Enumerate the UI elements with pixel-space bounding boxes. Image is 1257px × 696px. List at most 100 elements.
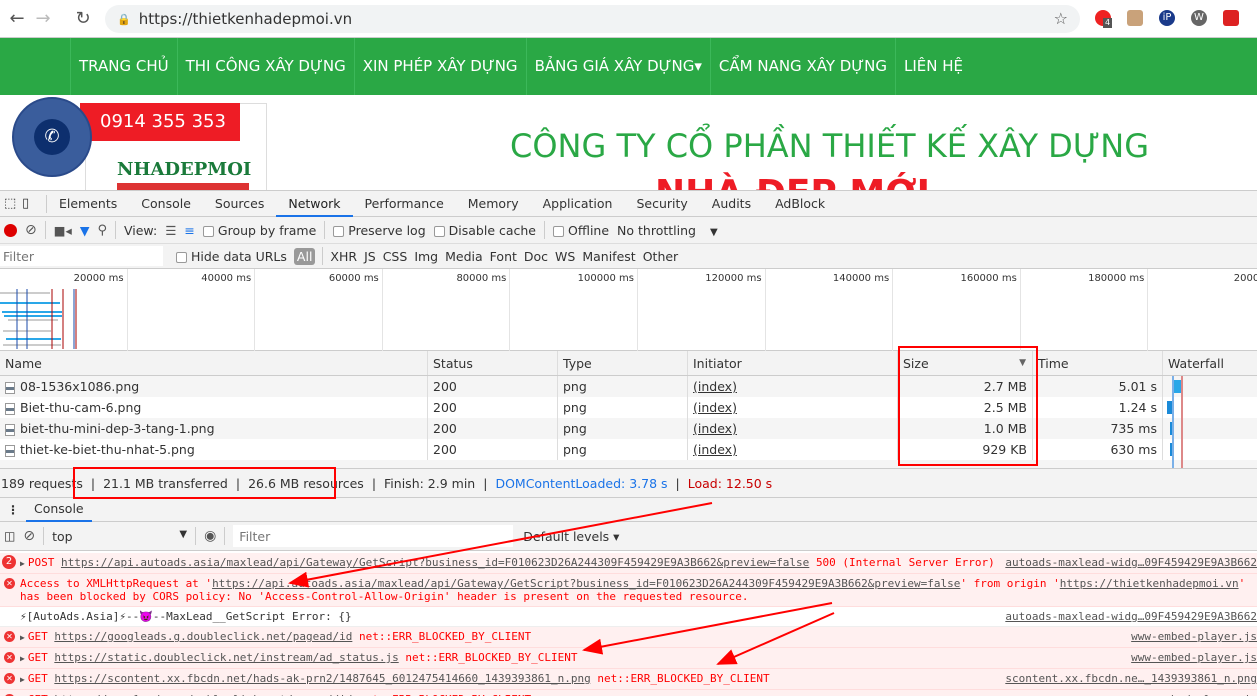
group-by-frame-checkbox[interactable]: Group by frame — [202, 223, 316, 238]
col-type[interactable]: Type — [558, 351, 688, 375]
tab-application[interactable]: Application — [531, 191, 625, 217]
request-url-link[interactable]: https://static.doubleclick.net/instream/… — [54, 651, 398, 664]
col-waterfall[interactable]: Waterfall — [1163, 351, 1257, 375]
expand-triangle-icon[interactable]: ▶ — [20, 559, 25, 568]
device-toolbar-icon[interactable]: ▯ — [22, 196, 46, 211]
nav-trang-chu[interactable]: TRANG CHỦ — [70, 38, 177, 95]
offline-checkbox[interactable]: Offline — [553, 223, 609, 238]
tab-security[interactable]: Security — [624, 191, 699, 217]
tab-elements[interactable]: Elements — [47, 191, 129, 217]
waterfall-view-icon[interactable]: ≡ — [184, 223, 194, 238]
console-error-get[interactable]: ✕ ▶ GET https://scontent.xx.fbcdn.net/hads… — [0, 669, 1257, 690]
expand-triangle-icon[interactable]: ▶ — [20, 675, 25, 684]
type-filter-doc[interactable]: Doc — [524, 249, 548, 264]
type-filter-ws[interactable]: WS — [555, 249, 575, 264]
source-link[interactable]: autoads-maxlead-widg…09F459429E9A3B662 — [1005, 610, 1257, 623]
opera-extension-icon[interactable]: 4 — [1095, 10, 1113, 28]
source-link[interactable]: scontent.xx.fbcdn.ne…_1439393861_n.png — [1005, 672, 1257, 685]
console-filter-input[interactable] — [233, 525, 514, 547]
context-select[interactable]: top ▼ — [52, 529, 187, 544]
nav-lien-he[interactable]: LIÊN HỆ — [895, 38, 971, 95]
type-filter-font[interactable]: Font — [490, 249, 517, 264]
console-error-get[interactable]: ✕▶GET https://googleads.g.doubleclick.ne… — [0, 627, 1257, 648]
live-expression-eye-icon[interactable]: ◉ — [204, 528, 216, 544]
type-filter-all[interactable]: All — [293, 247, 316, 265]
type-filter-css[interactable]: CSS — [383, 249, 408, 264]
console-error-get[interactable]: ✕▶GET https://googleads.g.doubleclick.ne… — [0, 690, 1257, 696]
phone-button[interactable]: ✆ — [12, 97, 92, 177]
sidebar-toggle-icon[interactable]: ◫ — [4, 529, 15, 543]
search-icon[interactable]: ⚲ — [97, 223, 107, 238]
source-link[interactable]: www-embed-player.js — [1131, 651, 1257, 664]
console-error-post[interactable]: 2 ▶ POST https://api.autoads.asia/maxlead… — [0, 553, 1257, 574]
type-filter-xhr[interactable]: XHR — [330, 249, 357, 264]
reload-icon[interactable]: ↻ — [72, 8, 94, 29]
record-icon[interactable] — [4, 223, 17, 237]
request-url-link[interactable]: https://api.autoads.asia/maxlead/api/Gat… — [61, 556, 809, 569]
screenshot-camera-icon[interactable]: ■◂ — [54, 223, 72, 238]
back-icon[interactable]: ← — [6, 8, 28, 29]
col-initiator[interactable]: Initiator — [688, 351, 898, 375]
request-url-link[interactable]: https://googleads.g.doubleclick.net/page… — [54, 630, 352, 643]
type-filter-media[interactable]: Media — [445, 249, 483, 264]
col-time[interactable]: Time — [1033, 351, 1163, 375]
table-row[interactable]: 08-1536x1086.png 200 png (index) 2.7 MB 5.01 … — [0, 376, 1257, 397]
cell-initiator[interactable]: (index) — [688, 418, 898, 439]
phone-number[interactable]: 0914 355 353 — [80, 103, 240, 141]
tab-audits[interactable]: Audits — [700, 191, 763, 217]
tab-console[interactable]: Console — [129, 191, 203, 217]
drawer-tab-console[interactable]: Console — [26, 498, 92, 522]
console-error-get[interactable]: ✕ ▶ GET https://static.doubleclick.net/ins… — [0, 648, 1257, 669]
origin-link[interactable]: https://thietkenhadepmoi.vn — [1060, 577, 1239, 590]
request-url-link[interactable]: https://scontent.xx.fbcdn.net/hads-ak-pr… — [54, 672, 590, 685]
type-filter-img[interactable]: Img — [414, 249, 438, 264]
nav-bang-gia[interactable]: BẢNG GIÁ XÂY DỰNG▾ — [525, 38, 710, 95]
clear-console-icon[interactable]: ⊘ — [23, 528, 35, 544]
filter-funnel-icon[interactable]: ▼ — [80, 223, 90, 238]
tab-network[interactable]: Network — [276, 191, 353, 217]
disable-cache-checkbox[interactable]: Disable cache — [433, 223, 536, 238]
type-filter-other[interactable]: Other — [643, 249, 679, 264]
ip-extension-icon[interactable]: iP — [1159, 10, 1175, 26]
throttling-select[interactable]: No throttling ▼ — [617, 223, 718, 238]
expand-triangle-icon[interactable]: ▶ — [20, 633, 25, 642]
preserve-log-checkbox[interactable]: Preserve log — [333, 223, 426, 238]
flag-extension-icon[interactable] — [1223, 10, 1239, 26]
log-levels-select[interactable]: Default levels ▾ — [523, 529, 619, 544]
address-bar[interactable]: 🔒 https://thietkenhadepmoi.vn ☆ — [105, 5, 1080, 33]
wordpress-icon[interactable]: W — [1191, 10, 1207, 26]
tab-sources[interactable]: Sources — [203, 191, 276, 217]
forward-icon[interactable]: → — [32, 8, 54, 29]
tab-memory[interactable]: Memory — [456, 191, 531, 217]
network-overview-timeline[interactable]: 20000 ms 40000 ms 60000 ms 80000 ms 100000 m… — [0, 269, 1257, 351]
cell-initiator[interactable]: (index) — [688, 376, 898, 397]
col-status[interactable]: Status — [428, 351, 558, 375]
expand-triangle-icon[interactable]: ▶ — [20, 654, 25, 663]
large-rows-icon[interactable]: ☰ — [165, 223, 176, 238]
source-link[interactable]: autoads-maxlead-widg…09F459429E9A3B662 — [1005, 556, 1257, 569]
cell-initiator[interactable]: (index) — [688, 397, 898, 418]
inspect-icon[interactable]: ⬚ — [4, 196, 22, 211]
hide-data-urls-checkbox[interactable]: Hide data URLs — [176, 249, 287, 264]
load-time: Load: 12.50 s — [687, 475, 773, 491]
nav-thi-cong[interactable]: THI CÔNG XÂY DỰNG — [176, 38, 354, 95]
cors-text: Access to XMLHttpRequest at ' — [20, 577, 213, 590]
type-filter-js[interactable]: JS — [364, 249, 376, 264]
table-row[interactable]: thiet-ke-biet-thu-nhat-5.png 200 png (index… — [0, 439, 1257, 460]
table-row[interactable]: Biet-thu-cam-6.png 200 png (index) 2.5 MB 1.2… — [0, 397, 1257, 418]
clear-icon[interactable]: ⊘ — [25, 222, 37, 238]
nav-xin-phep[interactable]: XIN PHÉP XÂY DỰNG — [353, 38, 526, 95]
nav-cam-nang[interactable]: CẨM NANG XÂY DỰNG — [709, 38, 895, 95]
request-url-link[interactable]: https://api.autoads.asia/maxlead/api/Gat… — [212, 577, 960, 590]
extension-icon[interactable] — [1127, 10, 1143, 26]
bookmark-star-icon[interactable]: ☆ — [1054, 9, 1068, 28]
tab-performance[interactable]: Performance — [353, 191, 456, 217]
type-filter-manifest[interactable]: Manifest — [582, 249, 635, 264]
cell-initiator[interactable]: (index) — [688, 439, 898, 460]
col-name[interactable]: Name — [0, 351, 428, 375]
source-link[interactable]: www-embed-player.js — [1131, 630, 1257, 643]
drawer-menu-icon[interactable]: ⋮ — [0, 503, 26, 517]
tab-adblock[interactable]: AdBlock — [763, 191, 837, 217]
network-filter-input[interactable] — [0, 246, 163, 266]
table-row[interactable]: biet-thu-mini-dep-3-tang-1.png 200 png (ind… — [0, 418, 1257, 439]
